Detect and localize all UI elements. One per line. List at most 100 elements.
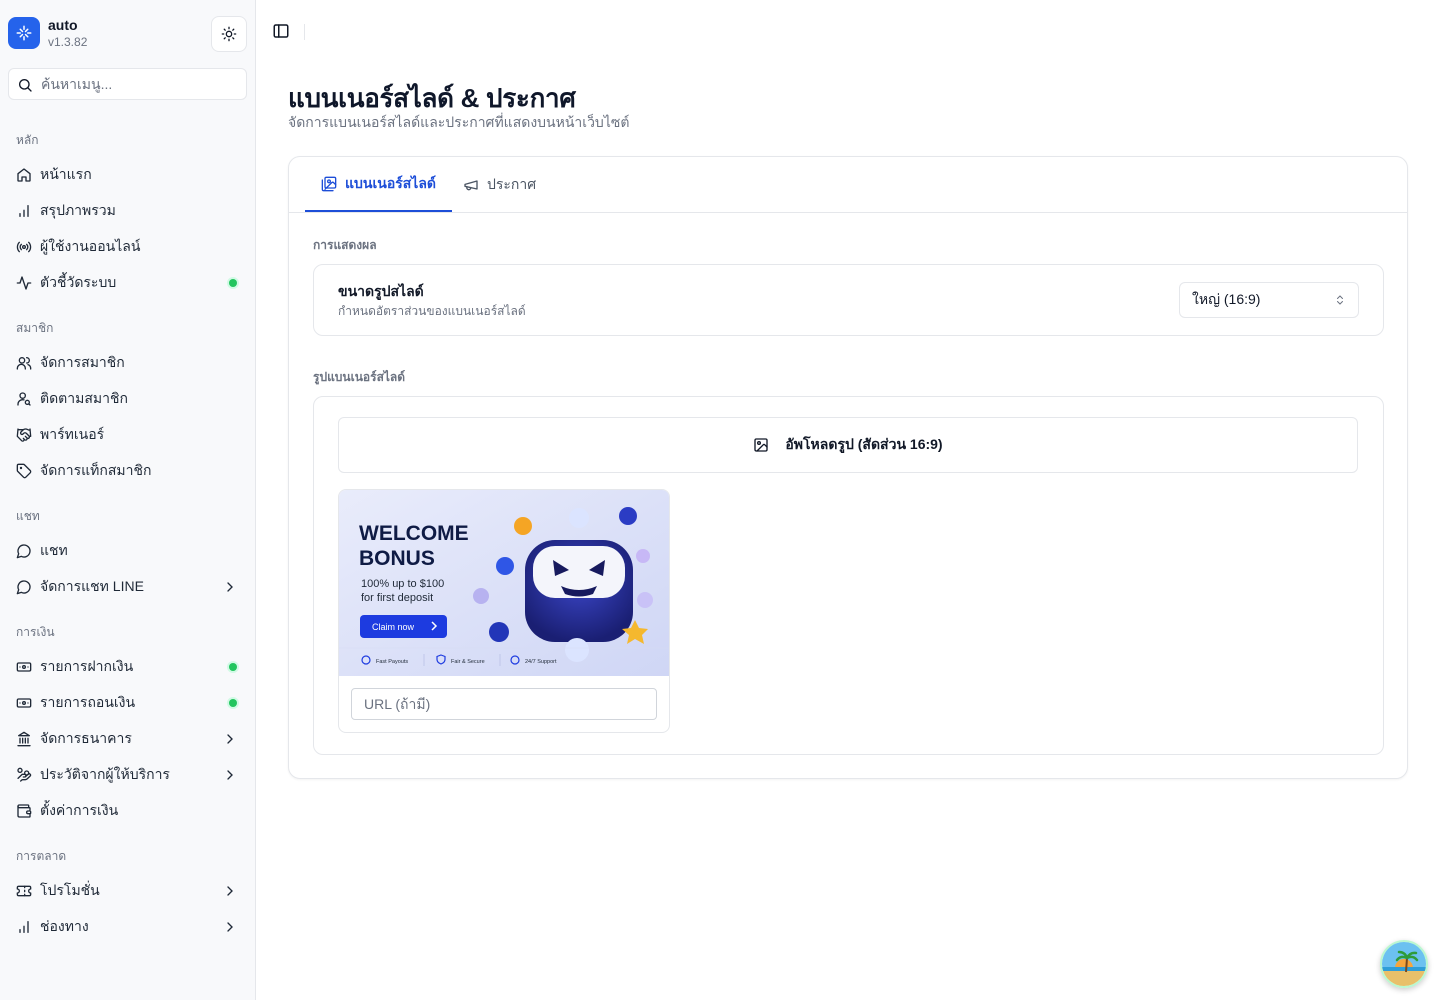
banner-feature-2: Fair & Secure xyxy=(451,659,485,665)
banner-url-input[interactable] xyxy=(351,688,657,720)
handshake-icon xyxy=(16,428,32,442)
banner-offer-line-1: 100% up to $100 xyxy=(361,578,444,590)
banner-feature-1: Fast Payouts xyxy=(376,659,408,665)
user-search-icon xyxy=(17,392,31,406)
hand-coins-icon xyxy=(17,767,32,782)
sidebar-item-deposits[interactable]: รายการฝากเงิน xyxy=(8,651,248,683)
message-circle-icon xyxy=(16,544,31,559)
sidebar-item-online-users[interactable]: ผู้ใช้งานออนไลน์ xyxy=(8,231,248,263)
sidebar-item-channels[interactable]: ช่องทาง xyxy=(8,911,248,943)
sun-icon xyxy=(221,26,237,42)
banner-image[interactable]: WELCOME BONUS 100% up to $100 for first … xyxy=(339,490,669,676)
sidebar-item-chat[interactable]: แชท xyxy=(8,535,248,567)
tab-announcements[interactable]: ประกาศ xyxy=(447,157,552,212)
sidebar-item-home[interactable]: หน้าแรก xyxy=(8,159,248,191)
withdraw-icon xyxy=(16,698,32,708)
sidebar-toggle-button[interactable] xyxy=(272,22,292,42)
sidebar-item-label: จัดการแชท LINE xyxy=(40,578,144,594)
panel-left-icon xyxy=(273,24,289,38)
sidebar-item-withdrawals[interactable]: รายการถอนเงิน xyxy=(8,687,248,719)
search-input[interactable] xyxy=(41,69,241,99)
images-icon xyxy=(321,176,337,191)
sidebar-item-member-tags[interactable]: จัดการแท็กสมาชิก xyxy=(8,455,248,487)
sidebar-item-label: จัดการแท็กสมาชิก xyxy=(40,462,152,478)
sidebar-item-partners[interactable]: พาร์ทเนอร์ xyxy=(8,419,248,451)
sidebar-item-label: ตัวชี้วัดระบบ xyxy=(40,274,117,290)
slide-size-select[interactable]: ใหญ่ (16:9) xyxy=(1179,282,1359,318)
banner-feature-3: 24/7 Support xyxy=(525,659,557,665)
deposit-icon xyxy=(16,662,32,672)
sidebar-item-manage-members[interactable]: จัดการสมาชิก xyxy=(8,347,248,379)
sidebar-item-label: จัดการธนาคาร xyxy=(40,730,132,746)
sidebar-item-label: รายการฝากเงิน xyxy=(40,658,134,674)
chevron-right-icon xyxy=(227,582,233,592)
radio-icon xyxy=(16,241,32,253)
tab-banner-slides[interactable]: แบนเนอร์สไลด์ xyxy=(305,157,453,212)
sidebar-item-label: ตั้งค่าการเงิน xyxy=(40,802,119,818)
group-label-main: หลัก xyxy=(16,133,39,147)
upload-banner-button[interactable]: อัพโหลดรูป (สัดส่วน 16:9) xyxy=(338,417,1358,473)
wallet-icon xyxy=(17,804,32,818)
sidebar-item-system-metrics[interactable]: ตัวชี้วัดระบบ xyxy=(8,267,248,299)
beach-avatar-icon xyxy=(1382,942,1426,986)
sidebar-item-label: ช่องทาง xyxy=(40,918,89,934)
ticket-icon xyxy=(16,885,32,897)
home-icon xyxy=(17,168,31,182)
menu-search xyxy=(8,68,247,100)
chevron-right-icon xyxy=(227,886,233,896)
app-logo-icon xyxy=(8,17,40,49)
setting-title: ขนาดรูปสไลด์ xyxy=(338,283,424,299)
display-section-label: การแสดงผล xyxy=(313,238,377,252)
tab-label: ประกาศ xyxy=(487,175,537,192)
sidebar-item-promotions[interactable]: โปรโมชั่น xyxy=(8,875,248,907)
select-value: ใหญ่ (16:9) xyxy=(1192,291,1261,307)
upload-label: อัพโหลดรูป (สัดส่วน 16:9) xyxy=(785,436,943,452)
sidebar-item-label: หน้าแรก xyxy=(40,166,92,182)
slide-size-setting: ขนาดรูปสไลด์ กำหนดอัตราส่วนของแบนเนอร์สไ… xyxy=(313,264,1384,336)
sidebar-item-track-members[interactable]: ติดตามสมาชิก xyxy=(8,383,248,415)
group-label-marketing: การตลาด xyxy=(16,849,67,863)
sidebar-item-label: ประวัติจากผู้ให้บริการ xyxy=(40,766,170,782)
search-icon xyxy=(19,79,32,92)
status-online-dot xyxy=(229,699,237,707)
sidebar-item-overview[interactable]: สรุปภาพรวม xyxy=(8,195,248,227)
group-label-finance: การเงิน xyxy=(16,625,55,639)
sidebar-item-banks[interactable]: จัดการธนาคาร xyxy=(8,723,248,755)
banner-headline-2: BONUS xyxy=(359,547,435,570)
banner-headline-1: WELCOME xyxy=(359,522,469,545)
bar-chart-icon xyxy=(19,921,29,933)
banner-settings-card: แบนเนอร์สไลด์ ประกาศ การแสดงผล ขนาดรูปสไ… xyxy=(288,156,1408,779)
tab-bar: แบนเนอร์สไลด์ ประกาศ xyxy=(289,157,1407,213)
banner-list: อัพโหลดรูป (สัดส่วน 16:9) WELCOME BONUS … xyxy=(313,396,1384,755)
group-label-chat: แชท xyxy=(16,509,40,523)
chevrons-up-down-icon xyxy=(1337,295,1343,305)
activity-icon xyxy=(16,276,32,290)
sidebar-item-label: แชท xyxy=(40,542,68,558)
sidebar-item-label: รายการถอนเงิน xyxy=(40,694,136,710)
tag-icon xyxy=(16,463,32,479)
users-icon xyxy=(16,357,32,370)
bank-icon xyxy=(17,731,31,747)
megaphone-icon xyxy=(464,179,478,190)
sidebar-item-label: ผู้ใช้งานออนไลน์ xyxy=(40,238,141,254)
status-online-dot xyxy=(229,279,237,287)
banner-section-label: รูปแบนเนอร์สไลด์ xyxy=(313,370,406,384)
banner-offer-line-2: for first deposit xyxy=(361,592,433,604)
app-name: auto xyxy=(48,17,78,33)
sidebar-item-label: โปรโมชั่น xyxy=(40,882,100,898)
message-circle-icon xyxy=(16,580,31,595)
theme-toggle-button[interactable] xyxy=(211,16,247,52)
page-subtitle: จัดการแบนเนอร์สไลด์และประกาศที่แสดงบนหน้… xyxy=(288,114,630,130)
sidebar-item-finance-settings[interactable]: ตั้งค่าการเงิน xyxy=(8,795,248,827)
chat-widget-button[interactable] xyxy=(1380,940,1428,988)
chevron-right-icon xyxy=(227,770,233,780)
sidebar-item-label: จัดการสมาชิก xyxy=(40,354,125,370)
top-bar xyxy=(256,0,1440,64)
header-divider xyxy=(304,24,305,40)
brand: auto v1.3.82 xyxy=(8,16,248,52)
banner-cta-label: Claim now xyxy=(372,622,415,632)
sidebar-item-provider-history[interactable]: ประวัติจากผู้ให้บริการ xyxy=(8,759,248,791)
sidebar-item-label: พาร์ทเนอร์ xyxy=(40,426,105,442)
sidebar-item-line-chat[interactable]: จัดการแชท LINE xyxy=(8,571,248,603)
chevron-right-icon xyxy=(227,734,233,744)
